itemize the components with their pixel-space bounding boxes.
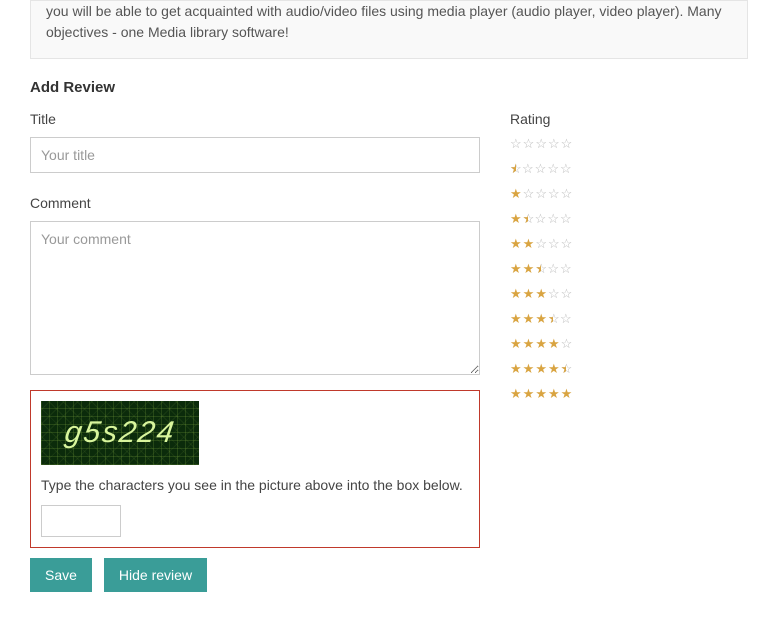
star-full-icon: ★ bbox=[510, 237, 522, 250]
rating-option-0[interactable]: ☆☆☆☆☆ bbox=[510, 137, 748, 150]
star-full-icon: ★ bbox=[548, 337, 560, 350]
captcha-instruction: Type the characters you see in the pictu… bbox=[41, 477, 469, 493]
star-empty-icon: ☆ bbox=[535, 212, 547, 225]
star-empty-icon: ☆ bbox=[561, 237, 573, 250]
star-full-icon: ★ bbox=[510, 387, 522, 400]
star-full-icon: ★ bbox=[510, 187, 522, 200]
star-empty-icon: ☆ bbox=[523, 187, 535, 200]
star-empty-icon: ☆ bbox=[547, 262, 559, 275]
star-full-icon: ★ bbox=[523, 337, 535, 350]
rating-option-5[interactable]: ★★★★★ bbox=[510, 387, 748, 400]
star-full-icon: ★ bbox=[561, 387, 573, 400]
rating-option-0.5[interactable]: ☆★☆☆☆☆ bbox=[510, 162, 748, 175]
star-empty-icon: ☆ bbox=[560, 162, 572, 175]
star-full-icon: ★ bbox=[535, 362, 547, 375]
star-half-icon: ☆★ bbox=[510, 162, 521, 175]
star-half-icon: ☆★ bbox=[535, 262, 546, 275]
star-full-icon: ★ bbox=[510, 312, 522, 325]
button-row: Save Hide review bbox=[30, 558, 480, 592]
star-half-icon: ☆★ bbox=[523, 212, 534, 225]
star-empty-icon: ☆ bbox=[547, 212, 559, 225]
rating-option-1[interactable]: ★☆☆☆☆ bbox=[510, 187, 748, 200]
star-empty-icon: ☆ bbox=[547, 162, 559, 175]
star-full-icon: ★ bbox=[548, 362, 560, 375]
rating-option-4[interactable]: ★★★★☆ bbox=[510, 337, 748, 350]
star-half-icon: ☆★ bbox=[548, 312, 559, 325]
star-empty-icon: ☆ bbox=[560, 212, 572, 225]
add-review-heading: Add Review bbox=[30, 79, 748, 96]
rating-option-2.5[interactable]: ★★☆★☆☆ bbox=[510, 262, 748, 275]
save-button[interactable]: Save bbox=[30, 558, 92, 592]
star-empty-icon: ☆ bbox=[548, 237, 560, 250]
star-empty-icon: ☆ bbox=[535, 137, 547, 150]
star-empty-icon: ☆ bbox=[560, 312, 572, 325]
star-full-icon: ★ bbox=[523, 262, 535, 275]
review-left-column: Title Comment g5s224 Type the characters… bbox=[30, 111, 480, 592]
star-full-icon: ★ bbox=[535, 312, 547, 325]
star-empty-icon: ☆ bbox=[548, 287, 560, 300]
star-full-icon: ★ bbox=[510, 262, 522, 275]
star-empty-icon: ☆ bbox=[561, 187, 573, 200]
title-input[interactable] bbox=[30, 137, 480, 173]
description-box: you will be able to get acquainted with … bbox=[30, 0, 748, 59]
rating-option-3.5[interactable]: ★★★☆★☆ bbox=[510, 312, 748, 325]
star-empty-icon: ☆ bbox=[535, 237, 547, 250]
star-empty-icon: ☆ bbox=[522, 162, 534, 175]
star-empty-icon: ☆ bbox=[548, 187, 560, 200]
star-empty-icon: ☆ bbox=[535, 187, 547, 200]
star-full-icon: ★ bbox=[510, 212, 522, 225]
star-full-icon: ★ bbox=[523, 312, 535, 325]
star-empty-icon: ☆ bbox=[561, 337, 573, 350]
star-empty-icon: ☆ bbox=[523, 137, 535, 150]
star-full-icon: ★ bbox=[510, 287, 522, 300]
captcha-box: g5s224 Type the characters you see in th… bbox=[30, 390, 480, 548]
star-empty-icon: ☆ bbox=[561, 137, 573, 150]
star-full-icon: ★ bbox=[535, 287, 547, 300]
comment-textarea[interactable] bbox=[30, 221, 480, 375]
star-full-icon: ★ bbox=[548, 387, 560, 400]
star-full-icon: ★ bbox=[510, 362, 522, 375]
review-right-column: Rating ☆☆☆☆☆☆★☆☆☆☆★☆☆☆☆★☆★☆☆☆★★☆☆☆★★☆★☆☆… bbox=[510, 111, 748, 592]
rating-list: ☆☆☆☆☆☆★☆☆☆☆★☆☆☆☆★☆★☆☆☆★★☆☆☆★★☆★☆☆★★★☆☆★★… bbox=[510, 137, 748, 400]
star-full-icon: ★ bbox=[523, 287, 535, 300]
captcha-image: g5s224 bbox=[41, 401, 199, 465]
star-empty-icon: ☆ bbox=[510, 137, 522, 150]
rating-option-2[interactable]: ★★☆☆☆ bbox=[510, 237, 748, 250]
rating-label: Rating bbox=[510, 111, 748, 127]
star-full-icon: ★ bbox=[523, 387, 535, 400]
star-full-icon: ★ bbox=[535, 337, 547, 350]
captcha-input[interactable] bbox=[41, 505, 121, 537]
star-empty-icon: ☆ bbox=[560, 262, 572, 275]
rating-option-4.5[interactable]: ★★★★☆★ bbox=[510, 362, 748, 375]
rating-option-3[interactable]: ★★★☆☆ bbox=[510, 287, 748, 300]
title-label: Title bbox=[30, 111, 480, 127]
comment-label: Comment bbox=[30, 195, 480, 211]
hide-review-button[interactable]: Hide review bbox=[104, 558, 207, 592]
star-full-icon: ★ bbox=[523, 237, 535, 250]
star-half-icon: ☆★ bbox=[561, 362, 572, 375]
star-full-icon: ★ bbox=[523, 362, 535, 375]
star-full-icon: ★ bbox=[535, 387, 547, 400]
star-full-icon: ★ bbox=[510, 337, 522, 350]
star-empty-icon: ☆ bbox=[561, 287, 573, 300]
description-text: you will be able to get acquainted with … bbox=[46, 3, 722, 40]
captcha-text: g5s224 bbox=[62, 416, 177, 450]
review-form: Title Comment g5s224 Type the characters… bbox=[30, 111, 748, 592]
star-empty-icon: ☆ bbox=[535, 162, 547, 175]
rating-option-1.5[interactable]: ★☆★☆☆☆ bbox=[510, 212, 748, 225]
page-wrapper: you will be able to get acquainted with … bbox=[0, 0, 778, 617]
star-empty-icon: ☆ bbox=[548, 137, 560, 150]
